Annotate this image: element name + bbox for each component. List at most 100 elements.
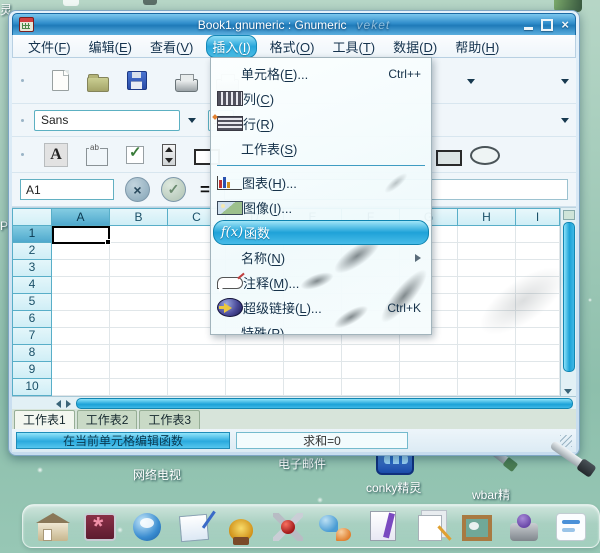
column-header-I[interactable]: I (516, 208, 560, 226)
cell-A7[interactable] (52, 328, 110, 345)
maximize-button[interactable] (541, 18, 554, 31)
insert-menu-item-2[interactable]: 行(R) (211, 111, 431, 136)
toolbar-grip[interactable] (21, 118, 24, 122)
cell-A10[interactable] (52, 379, 110, 396)
cell-C9[interactable] (168, 362, 226, 379)
dock-gramophone-icon[interactable] (223, 507, 259, 545)
new-file-icon[interactable] (52, 70, 69, 91)
cell-B8[interactable] (110, 345, 168, 362)
select-all-corner[interactable] (12, 208, 52, 226)
cell-A4[interactable] (52, 277, 110, 294)
cell-B5[interactable] (110, 294, 168, 311)
cell-G9[interactable] (400, 362, 458, 379)
sheet-tab-1[interactable]: 工作表1 (14, 410, 75, 429)
cell-B3[interactable] (110, 260, 168, 277)
cell-H8[interactable] (458, 345, 516, 362)
cell-I2[interactable] (516, 243, 560, 260)
toolbar-grip[interactable] (21, 79, 24, 82)
cell-H3[interactable] (458, 260, 516, 277)
cell-H6[interactable] (458, 311, 516, 328)
title-bar[interactable]: Book1.gnumeric : Gnumeric veket × (12, 13, 576, 35)
cell-B9[interactable] (110, 362, 168, 379)
scroll-down-icon[interactable] (564, 389, 572, 394)
menubar-item-2[interactable]: 查看(V) (145, 36, 198, 57)
insert-menu-item-6[interactable]: 图像(I)... (211, 195, 431, 220)
cell-reference-box[interactable]: A1 (20, 179, 114, 200)
insert-menu-item-7[interactable]: 函数 (213, 220, 429, 245)
column-header-A[interactable]: A (52, 208, 110, 226)
scroll-right-icon[interactable] (66, 400, 71, 408)
open-file-icon[interactable] (87, 73, 109, 92)
cell-A2[interactable] (52, 243, 110, 260)
cell-A6[interactable] (52, 311, 110, 328)
cell-I10[interactable] (516, 379, 560, 396)
row-header-2[interactable]: 2 (12, 243, 52, 260)
scrollbar-split-handle[interactable] (563, 210, 575, 220)
insert-menu-item-5[interactable]: 图表(H)... (211, 170, 431, 195)
cell-H7[interactable] (458, 328, 516, 345)
row-header-4[interactable]: 4 (12, 277, 52, 294)
insert-menu-item-0[interactable]: 单元格(E)... Ctrl++ (211, 61, 431, 86)
menubar-item-3[interactable]: 插入(I) (206, 34, 257, 58)
insert-menu-item-8[interactable]: 名称(N) (211, 245, 431, 270)
cell-I7[interactable] (516, 328, 560, 345)
row-header-3[interactable]: 3 (12, 260, 52, 277)
menubar-item-4[interactable]: 格式(O) (265, 36, 320, 57)
checkbox-widget-icon[interactable] (126, 143, 144, 164)
close-button[interactable]: × (561, 18, 569, 31)
cell-A3[interactable] (52, 260, 110, 277)
cell-H5[interactable] (458, 294, 516, 311)
cell-B1[interactable] (110, 226, 168, 243)
vertical-scrollbar[interactable] (560, 208, 576, 396)
font-dropdown-icon[interactable] (188, 117, 196, 123)
cancel-edit-icon[interactable]: × (125, 177, 150, 202)
row-header-5[interactable]: 5 (12, 294, 52, 311)
cell-H2[interactable] (458, 243, 516, 260)
font-name-combo[interactable]: Sans (34, 109, 180, 131)
label-widget-icon[interactable] (44, 142, 68, 167)
row-header-9[interactable]: 9 (12, 362, 52, 379)
insert-menu-item-9[interactable]: 注释(M)... (211, 270, 431, 295)
cell-H1[interactable] (458, 226, 516, 243)
cell-I3[interactable] (516, 260, 560, 277)
menubar-item-1[interactable]: 编辑(E) (84, 36, 137, 57)
dock-home-icon[interactable] (35, 507, 71, 541)
desktop-icon-email[interactable]: 电子邮件 (278, 455, 326, 472)
hscroll-thumb[interactable] (76, 398, 573, 409)
dock-monitor-icon[interactable] (82, 507, 118, 542)
cell-A5[interactable] (52, 294, 110, 311)
cell-G10[interactable] (400, 379, 458, 396)
cell-D8[interactable] (226, 345, 284, 362)
cell-H9[interactable] (458, 362, 516, 379)
toolbar-overflow-icon[interactable] (561, 79, 569, 84)
column-header-B[interactable]: B (110, 208, 168, 226)
redo-dropdown-icon[interactable] (467, 79, 475, 84)
row-header-6[interactable]: 6 (12, 311, 52, 328)
cell-E9[interactable] (284, 362, 342, 379)
cell-B4[interactable] (110, 277, 168, 294)
row-header-1[interactable]: 1 (12, 226, 52, 243)
accept-edit-icon[interactable]: ✓ (161, 177, 186, 202)
menubar-item-5[interactable]: 工具(T) (327, 36, 380, 57)
sheet-tab-3[interactable]: 工作表3 (139, 410, 201, 429)
selected-cell[interactable] (52, 226, 111, 245)
dock-document-icon[interactable] (365, 507, 401, 541)
insert-menu-item-10[interactable]: 超级链接(L)... Ctrl+K (211, 295, 431, 320)
cell-H4[interactable] (458, 277, 516, 294)
cell-I6[interactable] (516, 311, 560, 328)
cell-E8[interactable] (284, 345, 342, 362)
menubar-item-7[interactable]: 帮助(H) (450, 36, 504, 57)
menubar-item-0[interactable]: 文件(F) (23, 36, 76, 57)
cell-I9[interactable] (516, 362, 560, 379)
cell-D10[interactable] (226, 379, 284, 396)
cell-B7[interactable] (110, 328, 168, 345)
row-header-10[interactable]: 10 (12, 379, 52, 396)
cell-C10[interactable] (168, 379, 226, 396)
minimize-button[interactable] (524, 26, 534, 30)
dock-chat-icon[interactable] (317, 507, 353, 541)
spinbutton-widget-icon[interactable] (162, 143, 176, 166)
dock-notepad-icon[interactable] (176, 507, 212, 543)
cell-C8[interactable] (168, 345, 226, 362)
cell-H10[interactable] (458, 379, 516, 396)
toolbar-overflow-icon[interactable] (561, 118, 569, 123)
